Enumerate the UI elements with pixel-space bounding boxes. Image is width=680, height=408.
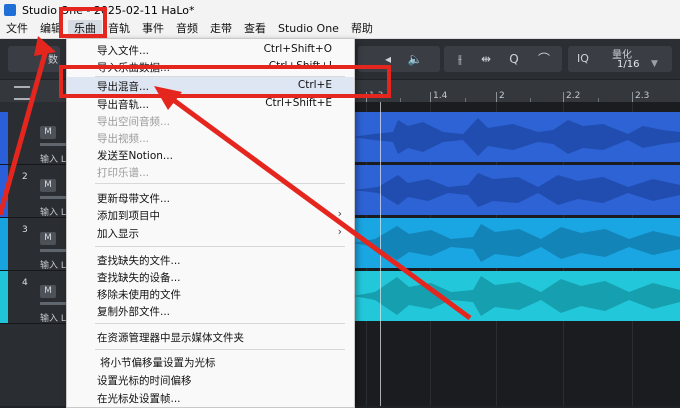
arrowhead-icon [34, 36, 56, 56]
annotation-arrow-line-2 [166, 93, 472, 321]
annotation-arrows [0, 36, 472, 321]
annotation-arrow-line-1 [0, 49, 49, 216]
arrowhead-icon [154, 86, 182, 110]
